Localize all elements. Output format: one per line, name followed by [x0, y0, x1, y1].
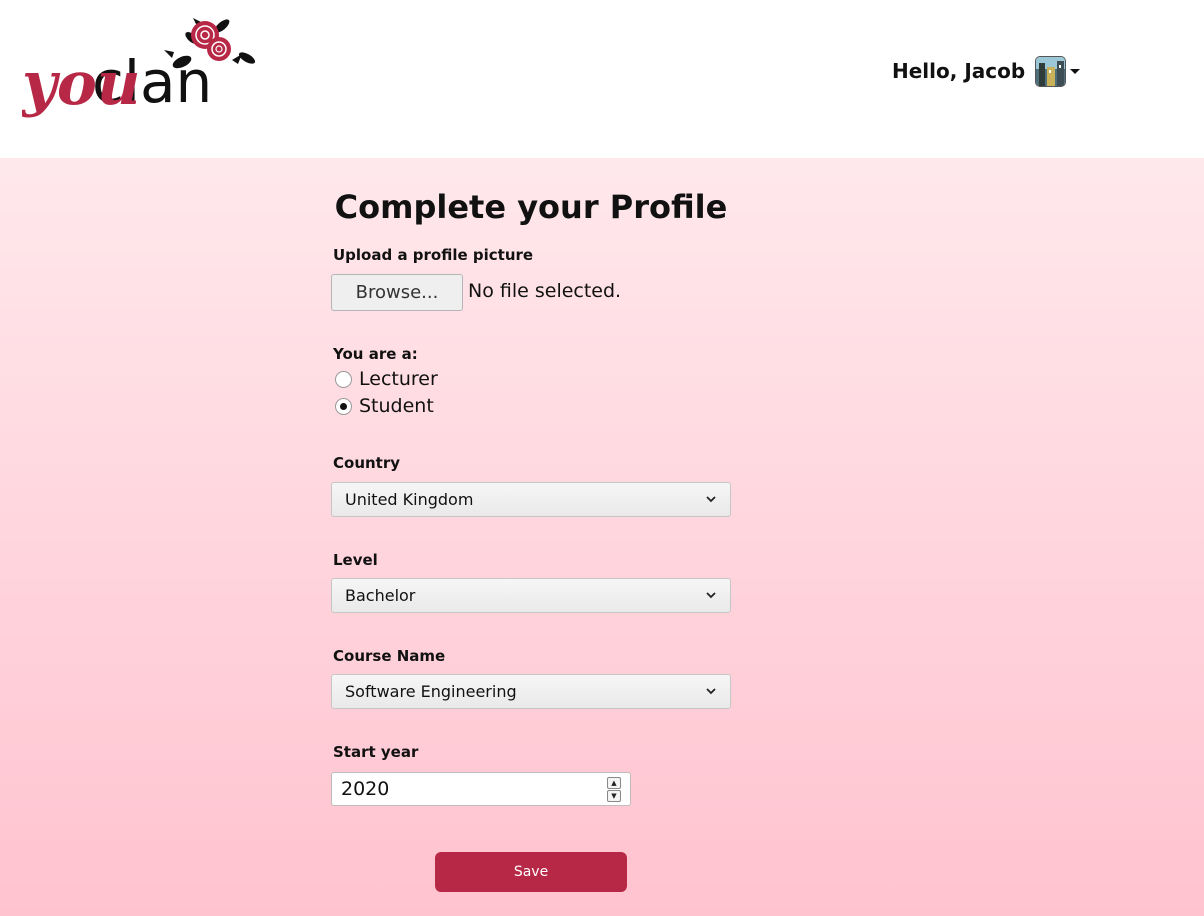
country-select[interactable]: United Kingdom: [331, 482, 731, 517]
number-spinner[interactable]: ▲ ▼: [607, 777, 621, 802]
upload-label: Upload a profile picture: [333, 246, 534, 264]
country-value: United Kingdom: [345, 490, 474, 509]
course-value: Software Engineering: [345, 682, 517, 701]
site-header: clan you Hello, Jacob: [0, 0, 1204, 158]
logo-text-you: you: [22, 49, 141, 119]
course-label: Course Name: [333, 647, 446, 665]
youclan-logo[interactable]: clan you: [20, 18, 262, 126]
radio-label-student: Student: [359, 395, 434, 417]
start-year-value: 2020: [341, 778, 390, 800]
chevron-down-icon: [706, 496, 716, 503]
chevron-down-icon: [706, 688, 716, 695]
decrement-icon[interactable]: ▼: [607, 790, 621, 802]
radio-student[interactable]: Student: [335, 395, 434, 417]
browse-button[interactable]: Browse...: [331, 274, 463, 311]
start-year-label: Start year: [333, 743, 419, 761]
increment-icon[interactable]: ▲: [607, 777, 621, 789]
page-title: Complete your Profile: [334, 188, 728, 226]
caret-down-icon[interactable]: [1070, 68, 1081, 74]
radio-button-lecturer[interactable]: [335, 370, 352, 388]
save-button[interactable]: Save: [435, 852, 627, 892]
level-value: Bachelor: [345, 586, 416, 605]
user-avatar-icon: [1035, 55, 1067, 87]
start-year-input[interactable]: 2020 ▲ ▼: [331, 772, 631, 806]
logo-graphic: clan you: [20, 18, 256, 119]
profile-form-section: Complete your Profile Upload a profile p…: [0, 158, 1204, 916]
file-status: No file selected.: [468, 280, 622, 302]
radio-label-lecturer: Lecturer: [359, 368, 438, 390]
user-greeting: Hello, Jacob: [892, 59, 1026, 83]
course-select[interactable]: Software Engineering: [331, 674, 731, 709]
radio-lecturer[interactable]: Lecturer: [335, 368, 438, 390]
user-menu[interactable]: Hello, Jacob: [892, 55, 1081, 87]
radio-button-student[interactable]: [335, 397, 352, 415]
chevron-down-icon: [706, 592, 716, 599]
level-label: Level: [333, 551, 378, 569]
level-select[interactable]: Bachelor: [331, 578, 731, 613]
country-label: Country: [333, 454, 401, 472]
role-label: You are a:: [333, 345, 418, 363]
